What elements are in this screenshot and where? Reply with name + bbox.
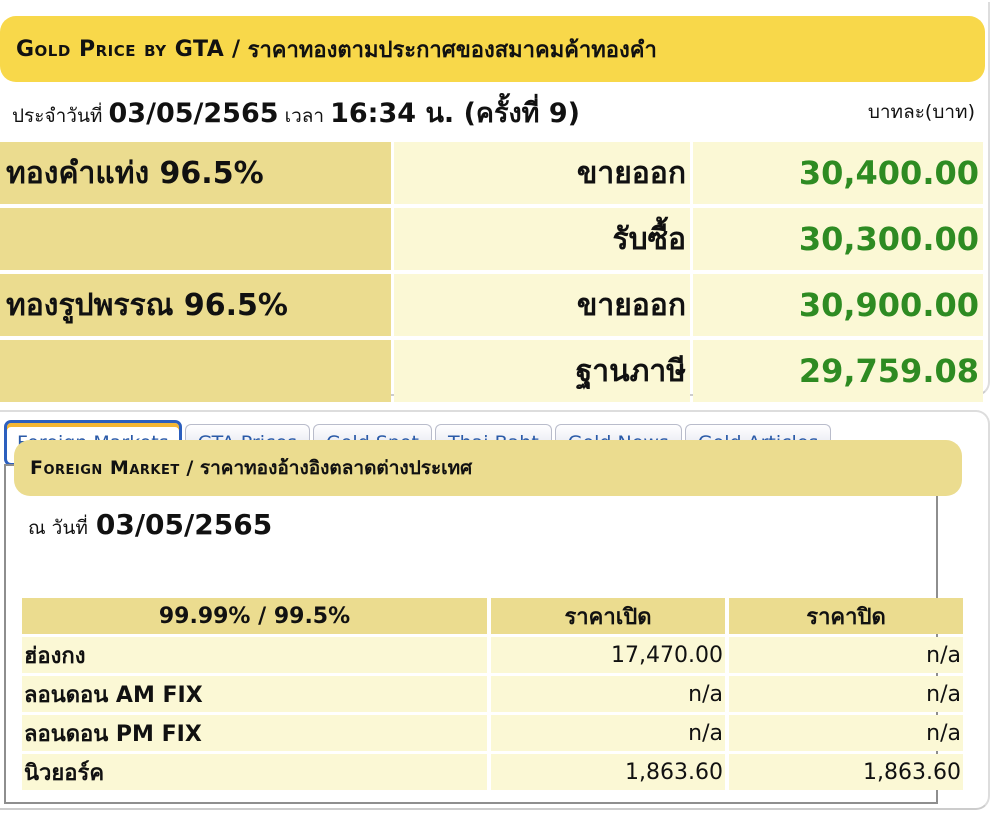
column-header-open: ราคาเปิด <box>491 598 725 634</box>
close-price: n/a <box>729 676 963 712</box>
gta-price-table: ทองคำแท่ง 96.5% ขายออก 30,400.00 รับซื้อ… <box>0 142 983 402</box>
close-price: n/a <box>729 715 963 751</box>
price-label: ฐานภาษี <box>394 340 690 402</box>
announcement-datetime: ประจำวันที่ 03/05/2565 เวลา 16:34 น. (คร… <box>12 91 580 134</box>
price-value: 29,759.08 <box>693 340 983 402</box>
market-tabs-card: Foreign Markets GTA Prices Gold Spot Tha… <box>0 410 990 810</box>
gold-type <box>0 208 391 270</box>
title-en: Gold Price by GTA <box>16 36 225 62</box>
fm-title-separator: / <box>179 457 200 479</box>
price-label: ขายออก <box>394 274 690 336</box>
gta-title-bar: Gold Price by GTA / ราคาทองตามประกาศของส… <box>0 16 985 82</box>
fm-title-th: ราคาทองอ้างอิงตลาดต่างประเทศ <box>199 457 473 479</box>
gold-type <box>0 340 391 402</box>
column-header-purity: 99.99% / 99.5% <box>22 598 487 634</box>
price-label: รับซื้อ <box>394 208 690 270</box>
fm-date-row: ณ วันที่ 03/05/2565 <box>28 508 272 543</box>
open-price: 17,470.00 <box>491 637 725 673</box>
foreign-market-title-bar: Foreign Market / ราคาทองอ้างอิงตลาดต่างป… <box>14 440 962 496</box>
date-prefix: ประจำวันที่ <box>12 104 103 127</box>
announcement-date-row: ประจำวันที่ 03/05/2565 เวลา 16:34 น. (คร… <box>0 90 985 134</box>
announcement-date: 03/05/2565 <box>108 97 279 129</box>
market-name: นิวยอร์ค <box>22 754 487 790</box>
title-th: ราคาทองตามประกาศของสมาคมค้าทองคำ <box>247 37 657 63</box>
market-name: ฮ่องกง <box>22 637 487 673</box>
column-header-close: ราคาปิด <box>729 598 963 634</box>
gta-price-card: Gold Price by GTA / ราคาทองตามประกาศของส… <box>0 2 990 402</box>
fm-date-prefix: ณ วันที่ <box>28 517 88 539</box>
gold-type: ทองรูปพรรณ 96.5% <box>0 274 391 336</box>
price-label: ขายออก <box>394 142 690 204</box>
price-unit: บาทละ(บาท) <box>867 101 975 123</box>
price-value: 30,400.00 <box>693 142 983 204</box>
close-price: 1,863.60 <box>729 754 963 790</box>
open-price: n/a <box>491 715 725 751</box>
fm-title-en: Foreign Market <box>30 457 180 479</box>
fm-date: 03/05/2565 <box>95 508 273 541</box>
price-value: 30,300.00 <box>693 208 983 270</box>
close-price: n/a <box>729 637 963 673</box>
foreign-market-table: 99.99% / 99.5% ราคาเปิด ราคาปิด ฮ่องกง 1… <box>22 598 963 790</box>
open-price: n/a <box>491 676 725 712</box>
announcement-time: 16:34 น. (ครั้งที่ 9) <box>330 97 580 129</box>
market-name: ลอนดอน AM FIX <box>22 676 487 712</box>
gold-type: ทองคำแท่ง 96.5% <box>0 142 391 204</box>
price-value: 30,900.00 <box>693 274 983 336</box>
title-separator: / <box>224 36 248 62</box>
market-name: ลอนดอน PM FIX <box>22 715 487 751</box>
time-prefix: เวลา <box>284 104 325 127</box>
open-price: 1,863.60 <box>491 754 725 790</box>
